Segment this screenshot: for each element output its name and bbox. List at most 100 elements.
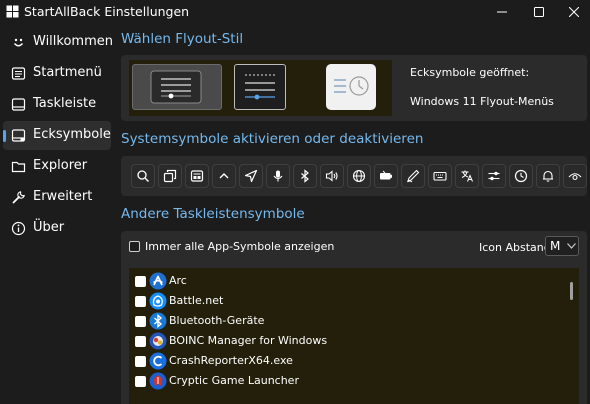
system-icon-toggle-sliders[interactable] bbox=[482, 164, 506, 188]
chevron-down-icon bbox=[567, 243, 576, 249]
sidebar-item-ueber[interactable]: Über bbox=[3, 214, 111, 243]
system-icon-toggle-eye[interactable] bbox=[563, 164, 587, 188]
app-icon-list: Arc Battle.net Bluetooth-Geräte BOINC Ma… bbox=[129, 268, 579, 404]
flyout-style-options bbox=[129, 60, 392, 116]
crash-reporter-icon bbox=[149, 352, 167, 370]
sidebar-item-label: Taskleiste bbox=[33, 96, 97, 111]
system-icon-toggle-keyboard[interactable] bbox=[428, 164, 452, 188]
app-name: Arc bbox=[169, 274, 187, 287]
app-checkbox[interactable] bbox=[135, 276, 146, 287]
system-icon-toggle-volume[interactable] bbox=[320, 164, 344, 188]
folder-icon bbox=[11, 161, 26, 173]
system-icons-heading: Systemsymbole aktivieren oder deaktivier… bbox=[121, 131, 424, 147]
app-name: Battle.net bbox=[169, 294, 224, 307]
show-all-toggle[interactable]: Immer alle App-Symbole anzeigen bbox=[129, 240, 334, 253]
cryptic-icon bbox=[149, 372, 167, 390]
chevron-up-icon bbox=[219, 173, 229, 179]
app-name: Cryptic Game Launcher bbox=[169, 374, 299, 387]
sidebar-item-erweitert[interactable]: Erweitert bbox=[3, 183, 111, 212]
flyout-preview-icon bbox=[245, 74, 275, 100]
flyout-option-classic[interactable] bbox=[132, 64, 222, 110]
system-icon-toggle-search[interactable] bbox=[131, 164, 155, 188]
list-scrollbar[interactable] bbox=[570, 282, 573, 300]
app-name: Bluetooth-Geräte bbox=[169, 314, 265, 327]
system-icon-toggle-language[interactable] bbox=[455, 164, 479, 188]
microphone-icon bbox=[273, 170, 283, 182]
list-item[interactable]: Cryptic Game Launcher bbox=[129, 371, 559, 391]
language-icon bbox=[461, 170, 473, 182]
app-checkbox[interactable] bbox=[135, 296, 146, 307]
location-icon bbox=[244, 169, 258, 183]
system-icon-toggle-network[interactable] bbox=[347, 164, 371, 188]
list-item[interactable]: CrashReporterX64.exe bbox=[129, 351, 559, 371]
taskbar-icon bbox=[11, 98, 26, 111]
title-bar: StartAllBack Einstellungen bbox=[0, 0, 590, 24]
task-view-icon bbox=[163, 169, 177, 183]
list-item[interactable]: Bluetooth-Geräte bbox=[129, 311, 559, 331]
sidebar-item-label: Ecksymbole bbox=[33, 127, 111, 142]
show-all-checkbox[interactable] bbox=[129, 241, 140, 252]
system-icon-toggle-battery[interactable] bbox=[374, 164, 398, 188]
flyout-option-win11[interactable] bbox=[326, 64, 376, 110]
maximize-icon bbox=[534, 7, 544, 17]
sidebar-item-startmenu[interactable]: Startmenü bbox=[3, 59, 111, 88]
sidebar-item-willkommen[interactable]: Willkommen bbox=[3, 28, 113, 57]
flyout-style-panel: Ecksymbole geöffnet: Windows 11 Flyout-M… bbox=[121, 55, 587, 121]
arc-icon bbox=[149, 272, 167, 290]
close-button[interactable] bbox=[556, 0, 590, 24]
flyout-option-win10[interactable] bbox=[234, 64, 286, 110]
eye-icon bbox=[568, 173, 582, 181]
minimize-icon bbox=[497, 11, 507, 13]
sidebar-item-label: Startmenü bbox=[33, 65, 102, 80]
sidebar-item-label: Über bbox=[33, 220, 65, 235]
app-checkbox[interactable] bbox=[135, 356, 146, 367]
system-icon-toggle-microphone[interactable] bbox=[266, 164, 290, 188]
app-checkbox[interactable] bbox=[135, 336, 146, 347]
sidebar-item-label: Erweitert bbox=[33, 189, 93, 204]
bluetooth-icon bbox=[149, 312, 167, 330]
minimize-button[interactable] bbox=[484, 0, 520, 24]
icon-gap-select[interactable]: M bbox=[545, 236, 579, 256]
battlenet-icon bbox=[149, 292, 167, 310]
list-item[interactable]: Battle.net bbox=[129, 291, 559, 311]
list-item[interactable]: Arc bbox=[129, 271, 559, 291]
show-all-label: Immer alle App-Symbole anzeigen bbox=[145, 240, 335, 253]
system-icons-panel bbox=[121, 156, 587, 196]
app-name: BOINC Manager for Windows bbox=[169, 334, 328, 347]
volume-icon bbox=[325, 170, 338, 182]
flyout-heading: Wählen Flyout-Stil bbox=[121, 31, 244, 47]
bluetooth-icon bbox=[301, 169, 309, 183]
tray-icon bbox=[11, 129, 26, 142]
start-menu-icon bbox=[11, 67, 26, 80]
flyout-preview-icon bbox=[334, 76, 369, 96]
maximize-button[interactable] bbox=[521, 0, 557, 24]
system-icon-toggle-bluetooth[interactable] bbox=[293, 164, 317, 188]
app-name: CrashReporterX64.exe bbox=[169, 354, 293, 367]
system-icon-toggle-task-view[interactable] bbox=[158, 164, 182, 188]
sidebar-item-taskleiste[interactable]: Taskleiste bbox=[3, 90, 111, 119]
sidebar-item-label: Explorer bbox=[33, 158, 88, 173]
smile-icon bbox=[13, 38, 24, 47]
keyboard-icon bbox=[433, 171, 447, 181]
pen-icon bbox=[407, 169, 420, 183]
system-icon-toggle-chevron[interactable] bbox=[212, 164, 236, 188]
boinc-icon bbox=[149, 332, 167, 350]
system-icon-toggle-clock[interactable] bbox=[509, 164, 533, 188]
flyout-style-label: Windows 11 Flyout-Menüs bbox=[410, 95, 554, 108]
system-icon-toggle-pen[interactable] bbox=[401, 164, 425, 188]
sliders-icon bbox=[488, 171, 500, 181]
system-icon-toggle-notifications[interactable] bbox=[536, 164, 560, 188]
app-checkbox[interactable] bbox=[135, 316, 146, 327]
list-item[interactable]: BOINC Manager for Windows bbox=[129, 331, 559, 351]
system-icon-toggle-widgets[interactable] bbox=[185, 164, 209, 188]
sidebar-item-ecksymbole[interactable]: Ecksymbole bbox=[3, 121, 111, 150]
wrench-icon bbox=[12, 191, 25, 204]
app-checkbox[interactable] bbox=[135, 376, 146, 387]
clock-icon bbox=[514, 169, 528, 183]
widgets-icon bbox=[190, 170, 204, 182]
sidebar-item-label: Willkommen bbox=[33, 34, 113, 49]
other-icons-heading: Andere Taskleistensymbole bbox=[121, 206, 305, 222]
system-icon-toggle-location[interactable] bbox=[239, 164, 263, 188]
sidebar-item-explorer[interactable]: Explorer bbox=[3, 152, 111, 181]
info-icon bbox=[11, 221, 26, 236]
